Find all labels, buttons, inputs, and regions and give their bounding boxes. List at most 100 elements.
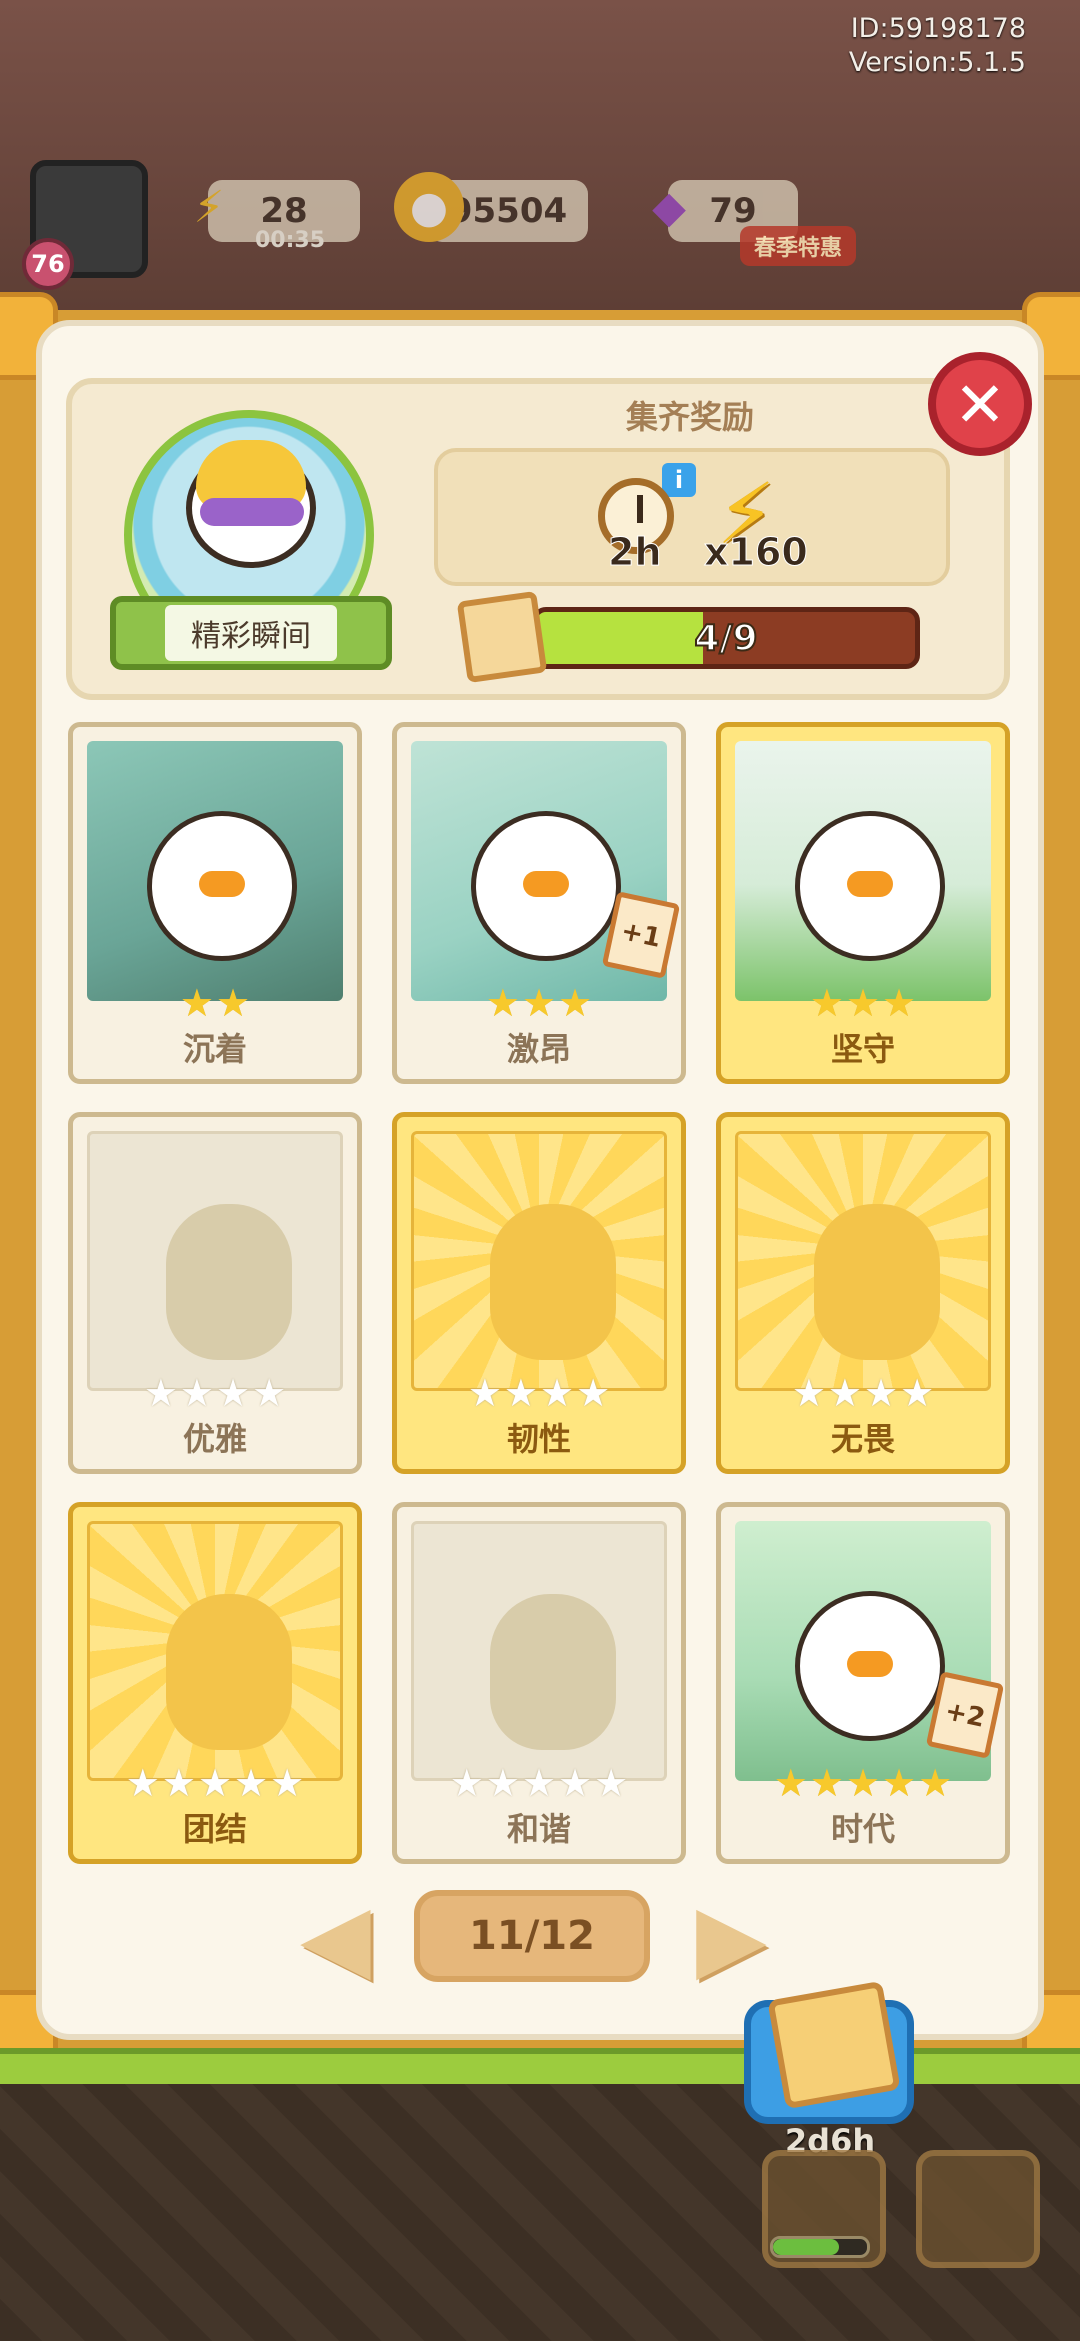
card-character-beak [199, 871, 245, 897]
star-icon: ★ [882, 1761, 917, 1805]
card-stars: ★ ★ ★ [397, 983, 681, 1023]
card-name: 韧性 [506, 1420, 571, 1458]
card-stars: ★ ★ ★ ★ [73, 1373, 357, 1413]
star-icon: ★ [161, 1761, 196, 1805]
star-icon: ★ [216, 1371, 251, 1415]
card-art [735, 1131, 991, 1391]
star-icon: ★ [540, 1371, 575, 1415]
card-name: 无畏 [830, 1420, 895, 1458]
locked-silhouette [166, 1204, 292, 1360]
card-character-beak [847, 1651, 893, 1677]
card-art [411, 1521, 667, 1781]
star-icon: ★ [827, 1371, 862, 1415]
card-name: 激昂 [506, 1030, 571, 1068]
star-icon: ★ [864, 1371, 899, 1415]
locked-silhouette [490, 1594, 616, 1750]
star-icon: ★ [521, 1761, 557, 1805]
card-name: 团结 [182, 1810, 247, 1848]
card-art [87, 1521, 343, 1781]
build-info: ID:59198178 Version:5.1.5 [849, 12, 1026, 80]
card-pack-icon [767, 1980, 901, 2110]
star-icon: ★ [918, 1761, 953, 1805]
star-icon: ★ [252, 1371, 287, 1415]
star-icon: ★ [773, 1761, 808, 1805]
arrow-left-icon[interactable]: ◀ [300, 1890, 371, 1986]
card-stars: ★ ★ ★ ★ [721, 1373, 1005, 1413]
collection-card[interactable]: ★ ★ ★ ★ 优雅 [68, 1112, 362, 1474]
card-name: 沉着 [182, 1030, 247, 1068]
star-icon: ★ [809, 981, 844, 1025]
star-icon: ★ [558, 1761, 593, 1805]
card-character-beak [847, 871, 893, 897]
collection-card[interactable]: ★ ★ ★ ★ ★ 和谐 [392, 1502, 686, 1864]
reward-title: 集齐奖励 [625, 398, 754, 436]
card-character-beak [523, 871, 569, 897]
star-icon: ★ [503, 1371, 538, 1415]
collection-card[interactable]: ★ ★ ★ ★ 无畏 [716, 1112, 1010, 1474]
star-icon: ★ [143, 1371, 178, 1415]
star-icon: ★ [179, 981, 214, 1025]
friends-button[interactable] [916, 2150, 1040, 2268]
card-stars: ★ ★ [73, 983, 357, 1023]
info-icon[interactable]: i [662, 463, 696, 497]
page-indicator: 11/12 [414, 1890, 650, 1982]
star-icon: ★ [216, 981, 251, 1025]
coin-icon: ● [394, 172, 464, 242]
reward-energy: x160 [704, 530, 809, 575]
card-art [411, 1131, 667, 1391]
card-stars: ★ ★ ★ ★ ★ [73, 1763, 357, 1803]
star-icon: ★ [521, 981, 557, 1025]
star-icon: ★ [485, 1761, 520, 1805]
energy-value: 28 [260, 191, 308, 231]
card-stars: ★ ★ ★ ★ ★ [397, 1763, 681, 1803]
locked-silhouette [490, 1204, 616, 1360]
collection-card[interactable]: ★ ★ ★ ★ ★ 团结 [68, 1502, 362, 1864]
collection-progress-bar: 4/9 [532, 607, 920, 669]
level-badge: 76 [22, 238, 74, 290]
arrow-right-icon[interactable]: ▶ [696, 1890, 767, 1986]
close-button[interactable]: ✕ [928, 352, 1032, 456]
card-name: 时代 [830, 1810, 895, 1848]
close-icon: ✕ [954, 367, 1006, 441]
card-name: 优雅 [182, 1420, 247, 1458]
album-name-ribbon: 精彩瞬间 [110, 596, 392, 670]
star-icon: ★ [791, 1371, 826, 1415]
collection-card[interactable]: ★ ★ ★ ★ ★ 时代 +2 [716, 1502, 1010, 1864]
collection-card[interactable]: ★ ★ ★ 激昂 +1 [392, 722, 686, 1084]
coin-value: 95504 [448, 191, 568, 231]
album-spine [0, 2048, 1080, 2084]
star-icon: ★ [809, 1761, 844, 1805]
card-stars: ★ ★ ★ ★ [397, 1373, 681, 1413]
gem-icon: ◆ [652, 181, 686, 233]
star-icon: ★ [845, 981, 881, 1025]
star-icon: ★ [845, 1761, 881, 1805]
star-icon: ★ [270, 1761, 305, 1805]
star-icon: ★ [882, 981, 917, 1025]
star-icon: ★ [467, 1371, 502, 1415]
card-stars: ★ ★ ★ [721, 983, 1005, 1023]
album-shortcut-progress [770, 2236, 870, 2258]
coin-counter[interactable]: ● 95504 [394, 172, 588, 242]
star-icon: ★ [125, 1761, 160, 1805]
card-stars: ★ ★ ★ ★ ★ [721, 1763, 1005, 1803]
collection-card[interactable]: ★ ★ ★ ★ 韧性 [392, 1112, 686, 1474]
star-icon: ★ [576, 1371, 611, 1415]
star-icon: ★ [179, 1371, 214, 1415]
collection-card[interactable]: ★ ★ ★ 坚守 [716, 722, 1010, 1084]
collection-card[interactable]: ★ ★ 沉着 [68, 722, 362, 1084]
star-icon: ★ [485, 981, 520, 1025]
energy-timer: 00:35 [255, 228, 326, 253]
locked-silhouette [814, 1204, 940, 1360]
reward-time: 2h [608, 530, 662, 575]
spring-sale-button[interactable]: 春季特惠 [740, 226, 857, 266]
version-label: Version:5.1.5 [848, 47, 1026, 78]
badge-chick-glasses [200, 498, 304, 526]
card-icon [456, 590, 548, 684]
locked-silhouette [166, 1594, 292, 1750]
album-name: 精彩瞬间 [165, 605, 337, 661]
card-art [87, 741, 343, 1001]
player-id: ID:59198178 [850, 13, 1026, 44]
card-name: 和谐 [506, 1810, 571, 1848]
card-art [735, 741, 991, 1001]
card-name: 坚守 [830, 1030, 895, 1068]
